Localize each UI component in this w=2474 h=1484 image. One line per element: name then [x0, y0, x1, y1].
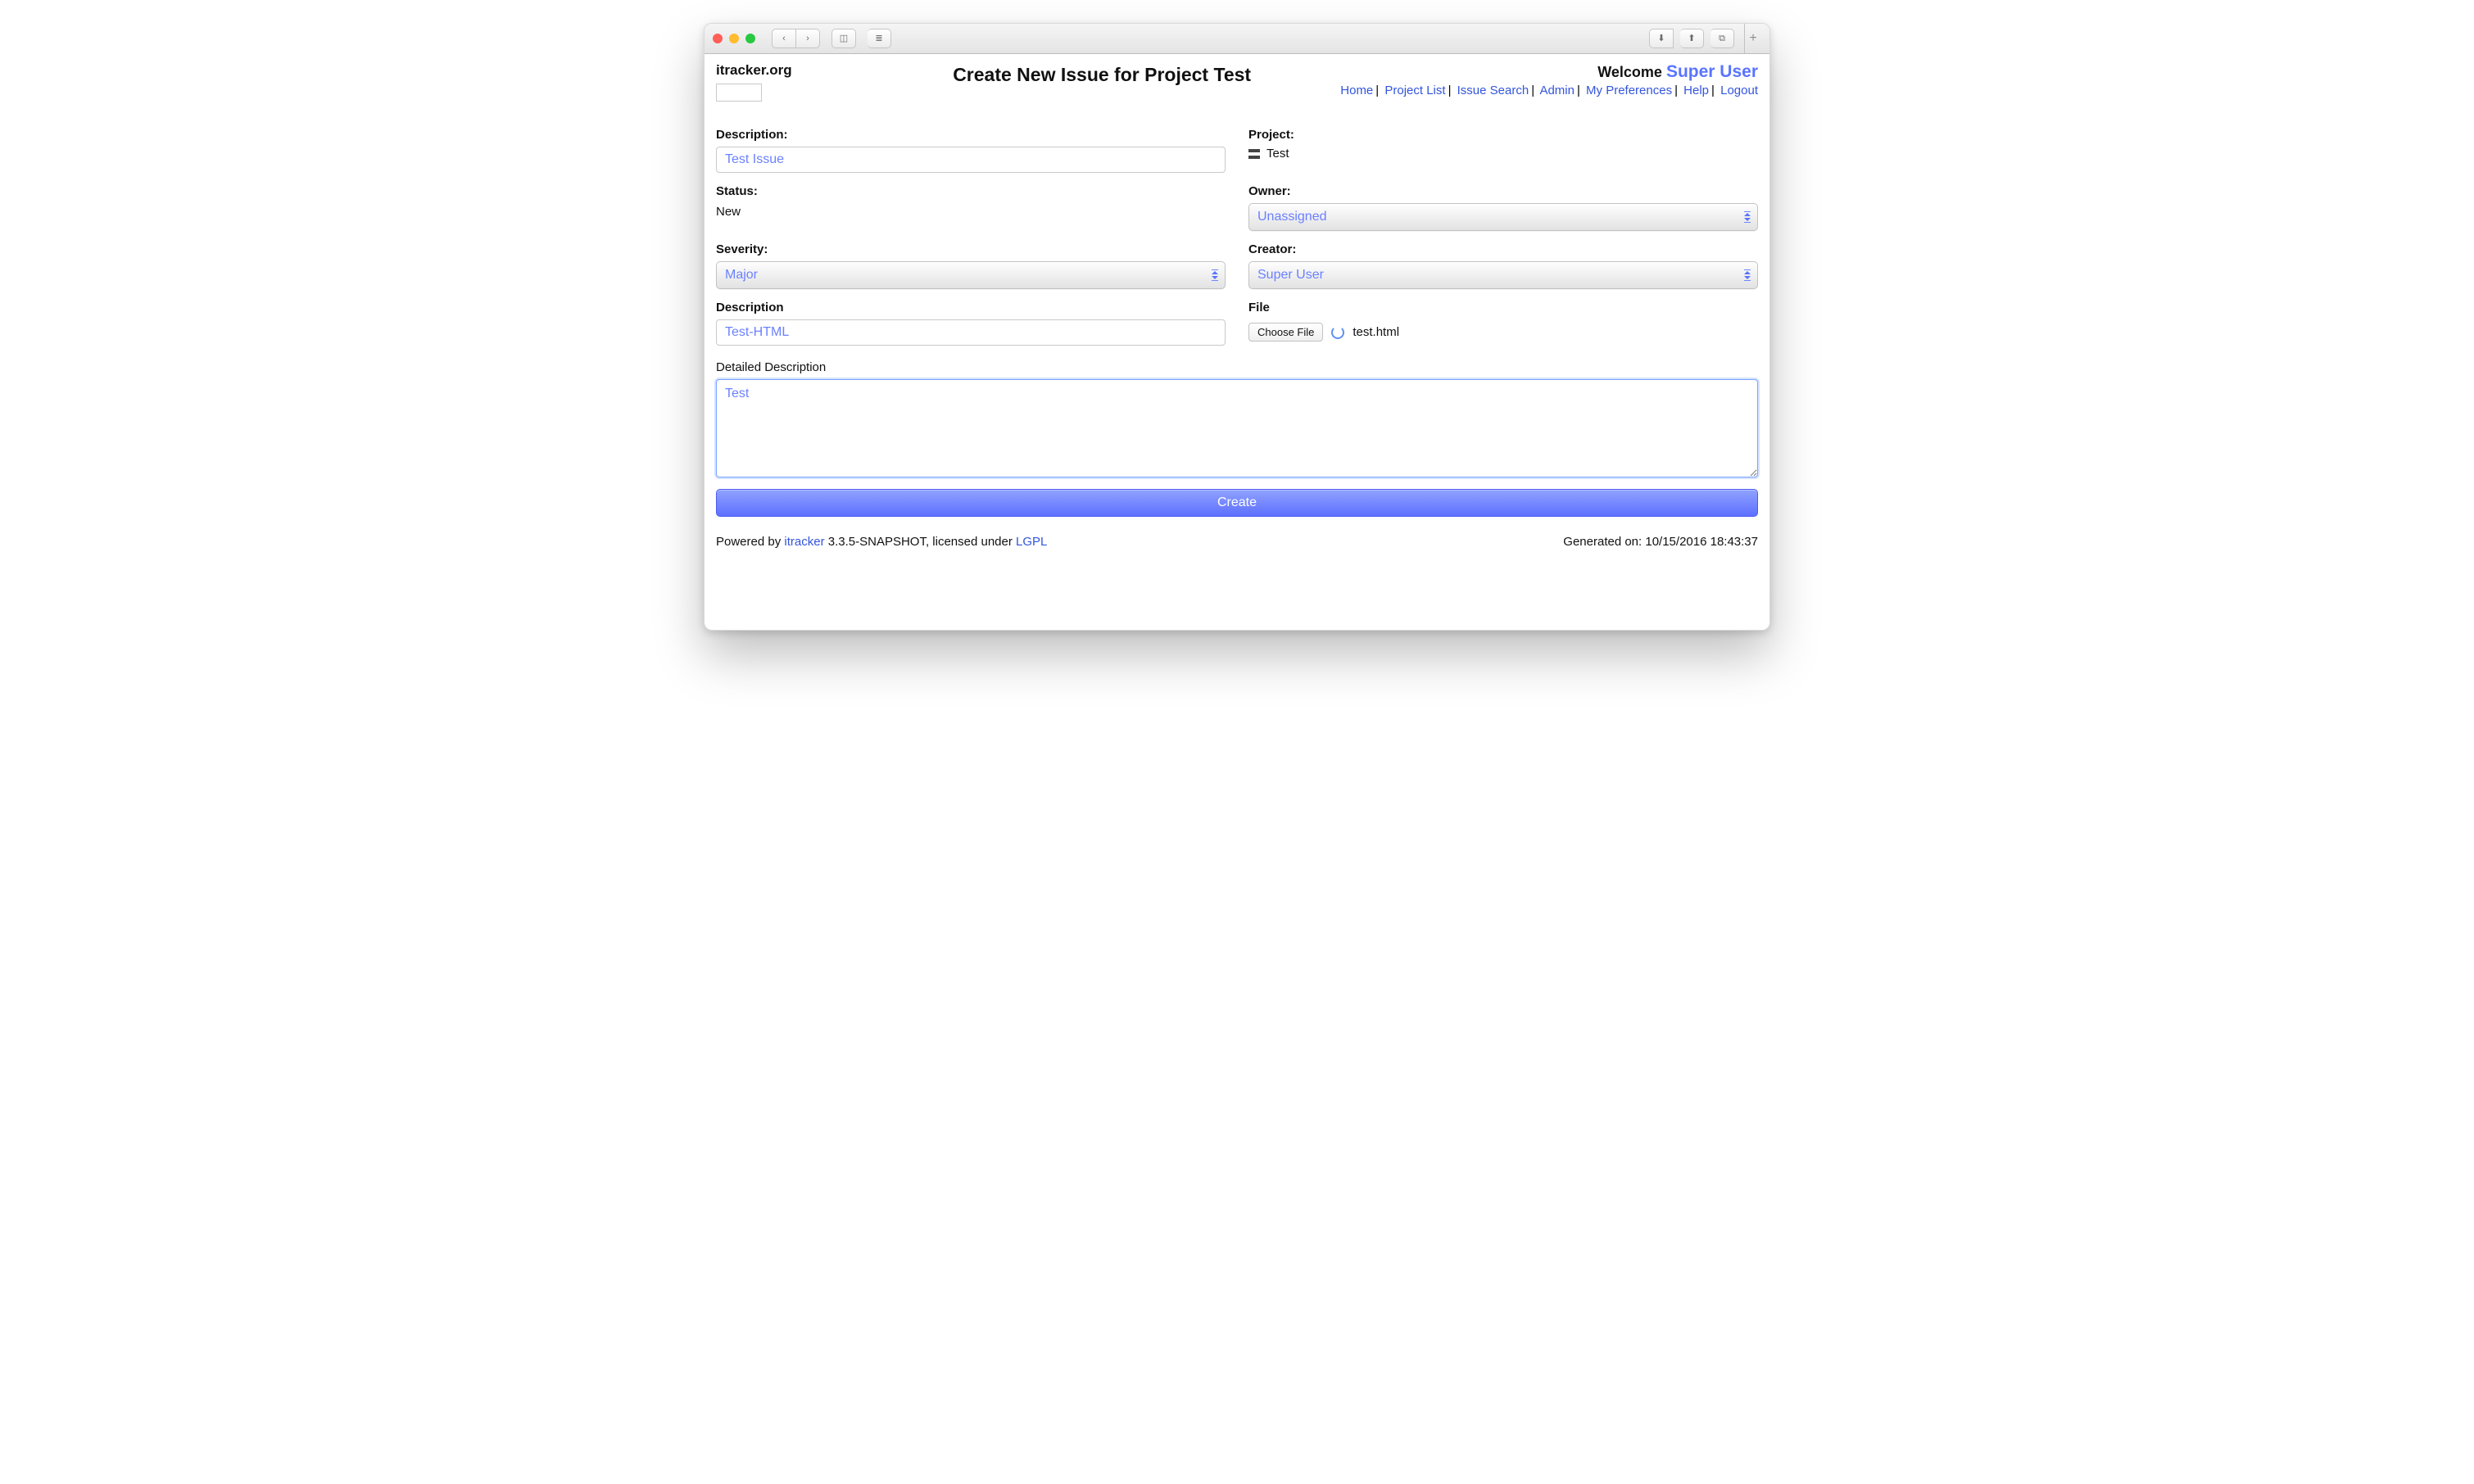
brand-search-box[interactable] — [716, 84, 762, 102]
browser-window: ‹ › ◫ ≣ ⬇ ⬆ ⧉ + itracker.org Create New … — [704, 23, 1770, 631]
nav-my-preferences[interactable]: My Preferences — [1586, 84, 1672, 97]
forward-icon: › — [806, 34, 809, 43]
welcome-label: Welcome — [1597, 64, 1662, 80]
nav-issue-search[interactable]: Issue Search — [1457, 84, 1529, 97]
new-tab-button[interactable]: + — [1744, 24, 1761, 53]
download-icon: ⬇ — [1657, 34, 1665, 43]
owner-select[interactable]: Unassigned — [1248, 203, 1758, 231]
version-suffix: 3.3.5-SNAPSHOT, licensed under — [825, 535, 1016, 549]
welcome-line: Welcome Super User — [1340, 62, 1758, 82]
current-user-name: Super User — [1666, 62, 1758, 81]
nav-back-forward: ‹ › — [772, 29, 820, 48]
project-icon — [1248, 149, 1260, 159]
field-description: Description: — [716, 128, 1226, 173]
sidebar-toggle-button[interactable]: ◫ — [831, 29, 856, 48]
generated-label: Generated on: — [1563, 535, 1645, 549]
owner-label: Owner: — [1248, 184, 1758, 198]
nav-sep: | — [1448, 84, 1452, 97]
file-label: File — [1248, 301, 1758, 314]
project-value: Test — [1266, 147, 1289, 161]
project-label: Project: — [1248, 128, 1758, 142]
file-row: Choose File test.html — [1248, 323, 1758, 342]
back-icon: ‹ — [782, 34, 786, 43]
field-description2: Description — [716, 301, 1226, 346]
traffic-lights — [713, 34, 755, 43]
choose-file-button[interactable]: Choose File — [1248, 323, 1323, 342]
nav-sep: | — [1674, 84, 1678, 97]
status-label: Status: — [716, 184, 1226, 198]
description-input[interactable] — [716, 147, 1226, 173]
zoom-window-button[interactable] — [745, 34, 755, 43]
nav-help[interactable]: Help — [1683, 84, 1709, 97]
reader-button[interactable]: ≣ — [868, 29, 891, 48]
field-severity: Severity: Major — [716, 242, 1226, 289]
field-status: Status: New — [716, 184, 1226, 231]
page-content: itracker.org Create New Issue for Projec… — [705, 54, 1769, 630]
forward-button[interactable]: › — [796, 29, 820, 48]
nav-project-list[interactable]: Project List — [1384, 84, 1445, 97]
field-owner: Owner: Unassigned — [1248, 184, 1758, 231]
tabs-icon: ⧉ — [1719, 34, 1725, 43]
creator-label: Creator: — [1248, 242, 1758, 256]
header-left: itracker.org — [716, 62, 863, 102]
reader-icon: ≣ — [875, 34, 882, 43]
nav-home[interactable]: Home — [1340, 84, 1373, 97]
description-label: Description: — [716, 128, 1226, 142]
field-project: Project: Test — [1248, 128, 1758, 173]
nav-sep: | — [1577, 84, 1580, 97]
nav-logout[interactable]: Logout — [1720, 84, 1758, 97]
close-window-button[interactable] — [713, 34, 723, 43]
license-link[interactable]: LGPL — [1016, 535, 1047, 549]
nav-admin[interactable]: Admin — [1539, 84, 1575, 97]
severity-select[interactable]: Major — [716, 261, 1226, 289]
project-value-row: Test — [1248, 147, 1758, 161]
page-title: Create New Issue for Project Test — [863, 62, 1340, 86]
chosen-filename: test.html — [1353, 325, 1399, 339]
nav-sep: | — [1531, 84, 1534, 97]
creator-select[interactable]: Super User — [1248, 261, 1758, 289]
chevron-updown-icon — [1744, 213, 1751, 221]
detailed-description-textarea[interactable] — [716, 379, 1758, 477]
nav-sep: | — [1711, 84, 1715, 97]
severity-label: Severity: — [716, 242, 1226, 256]
site-brand: itracker.org — [716, 62, 863, 79]
minimize-window-button[interactable] — [729, 34, 739, 43]
back-button[interactable]: ‹ — [772, 29, 796, 48]
footer: Powered by itracker 3.3.5-SNAPSHOT, lice… — [716, 535, 1758, 549]
owner-selected: Unassigned — [1257, 210, 1327, 224]
share-icon: ⬆ — [1688, 34, 1695, 43]
window-titlebar: ‹ › ◫ ≣ ⬇ ⬆ ⧉ + — [705, 24, 1769, 54]
chevron-updown-icon — [1212, 271, 1218, 279]
attachment-description-input[interactable] — [716, 319, 1226, 346]
downloads-button[interactable]: ⬇ — [1649, 29, 1674, 48]
header-right: Welcome Super User Home| Project List| I… — [1340, 62, 1758, 97]
product-link[interactable]: itracker — [784, 535, 824, 549]
status-value: New — [716, 203, 1226, 219]
loading-spinner-icon — [1331, 326, 1344, 339]
issue-form: Description: Project: Test Status: New O… — [716, 128, 1758, 517]
footer-left: Powered by itracker 3.3.5-SNAPSHOT, lice… — [716, 535, 1047, 549]
titlebar-right-group: ⬇ ⬆ ⧉ + — [1649, 24, 1761, 53]
tabs-button[interactable]: ⧉ — [1711, 29, 1734, 48]
generated-timestamp: 10/15/2016 18:43:37 — [1645, 535, 1758, 549]
plus-icon: + — [1749, 31, 1756, 46]
severity-selected: Major — [725, 268, 758, 283]
field-file: File Choose File test.html — [1248, 301, 1758, 346]
footer-right: Generated on: 10/15/2016 18:43:37 — [1563, 535, 1758, 549]
attachment-description-label: Description — [716, 301, 1226, 314]
sidebar-icon: ◫ — [840, 34, 848, 43]
create-button[interactable]: Create — [716, 489, 1758, 517]
creator-selected: Super User — [1257, 268, 1324, 283]
powered-by-prefix: Powered by — [716, 535, 784, 549]
top-nav: Home| Project List| Issue Search| Admin|… — [1340, 84, 1758, 97]
page-header: itracker.org Create New Issue for Projec… — [716, 62, 1758, 102]
share-button[interactable]: ⬆ — [1680, 29, 1704, 48]
nav-sep: | — [1375, 84, 1379, 97]
field-creator: Creator: Super User — [1248, 242, 1758, 289]
detailed-description-label: Detailed Description — [716, 360, 1758, 374]
field-detailed-description: Detailed Description — [716, 357, 1758, 477]
chevron-updown-icon — [1744, 271, 1751, 279]
